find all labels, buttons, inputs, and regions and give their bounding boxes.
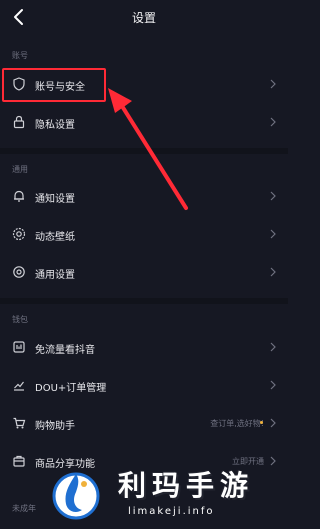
top-bar: 设置 — [0, 0, 288, 36]
settings-item-label: 隐私设置 — [35, 120, 75, 131]
data-free-icon — [13, 341, 25, 353]
lock-icon — [13, 115, 25, 129]
share-goods-icon — [13, 455, 25, 467]
section-header-minor: 未成年 — [12, 504, 36, 513]
settings-item-general[interactable]: 通用设置 — [0, 256, 288, 290]
settings-item-hint: 查订单,选好物! — [210, 419, 264, 428]
settings-item-label: 通知设置 — [35, 194, 75, 205]
chevron-right-icon — [270, 267, 276, 277]
chevron-right-icon — [270, 79, 276, 89]
settings-item-privacy[interactable]: 隐私设置 — [0, 106, 288, 140]
settings-item-label: 通用设置 — [35, 270, 75, 281]
watermark-logo-icon — [52, 472, 100, 520]
gear-icon — [13, 266, 25, 278]
settings-item-label: 免流量看抖音 — [35, 345, 95, 356]
chevron-right-icon — [270, 342, 276, 352]
section-header-general: 通用 — [12, 165, 28, 174]
settings-item-live-wallpaper[interactable]: 动态壁纸 — [0, 218, 288, 252]
chevron-right-icon — [270, 380, 276, 390]
settings-item-label: 购物助手 — [35, 421, 75, 432]
watermark: 利玛手游 limakeji.info — [34, 462, 284, 526]
chevron-right-icon — [270, 418, 276, 428]
wallpaper-icon — [12, 227, 26, 241]
badge-dot — [260, 421, 263, 424]
cart-icon — [13, 417, 26, 429]
section-divider — [0, 148, 288, 154]
trend-icon — [14, 381, 24, 391]
section-header-account: 账号 — [12, 51, 28, 60]
chevron-right-icon — [270, 117, 276, 127]
settings-item-data-free[interactable]: 免流量看抖音 — [0, 331, 288, 365]
settings-item-label: 动态壁纸 — [35, 232, 75, 243]
chevron-right-icon — [270, 191, 276, 201]
settings-item-label: DOU+订单管理 — [35, 383, 107, 394]
bell-icon — [14, 190, 24, 202]
settings-item-notifications[interactable]: 通知设置 — [0, 180, 288, 214]
section-divider — [0, 298, 288, 304]
section-header-wallet: 钱包 — [12, 315, 28, 324]
settings-item-shopping-assistant[interactable]: 购物助手 查订单,选好物! — [0, 407, 288, 441]
watermark-title: 利玛手游 — [118, 469, 255, 502]
page-title: 设置 — [131, 11, 156, 25]
settings-item-dou-orders[interactable]: DOU+订单管理 — [0, 369, 288, 403]
chevron-right-icon — [270, 229, 276, 239]
watermark-url: limakeji.info — [128, 506, 215, 517]
annotation-highlight-box — [2, 68, 106, 102]
